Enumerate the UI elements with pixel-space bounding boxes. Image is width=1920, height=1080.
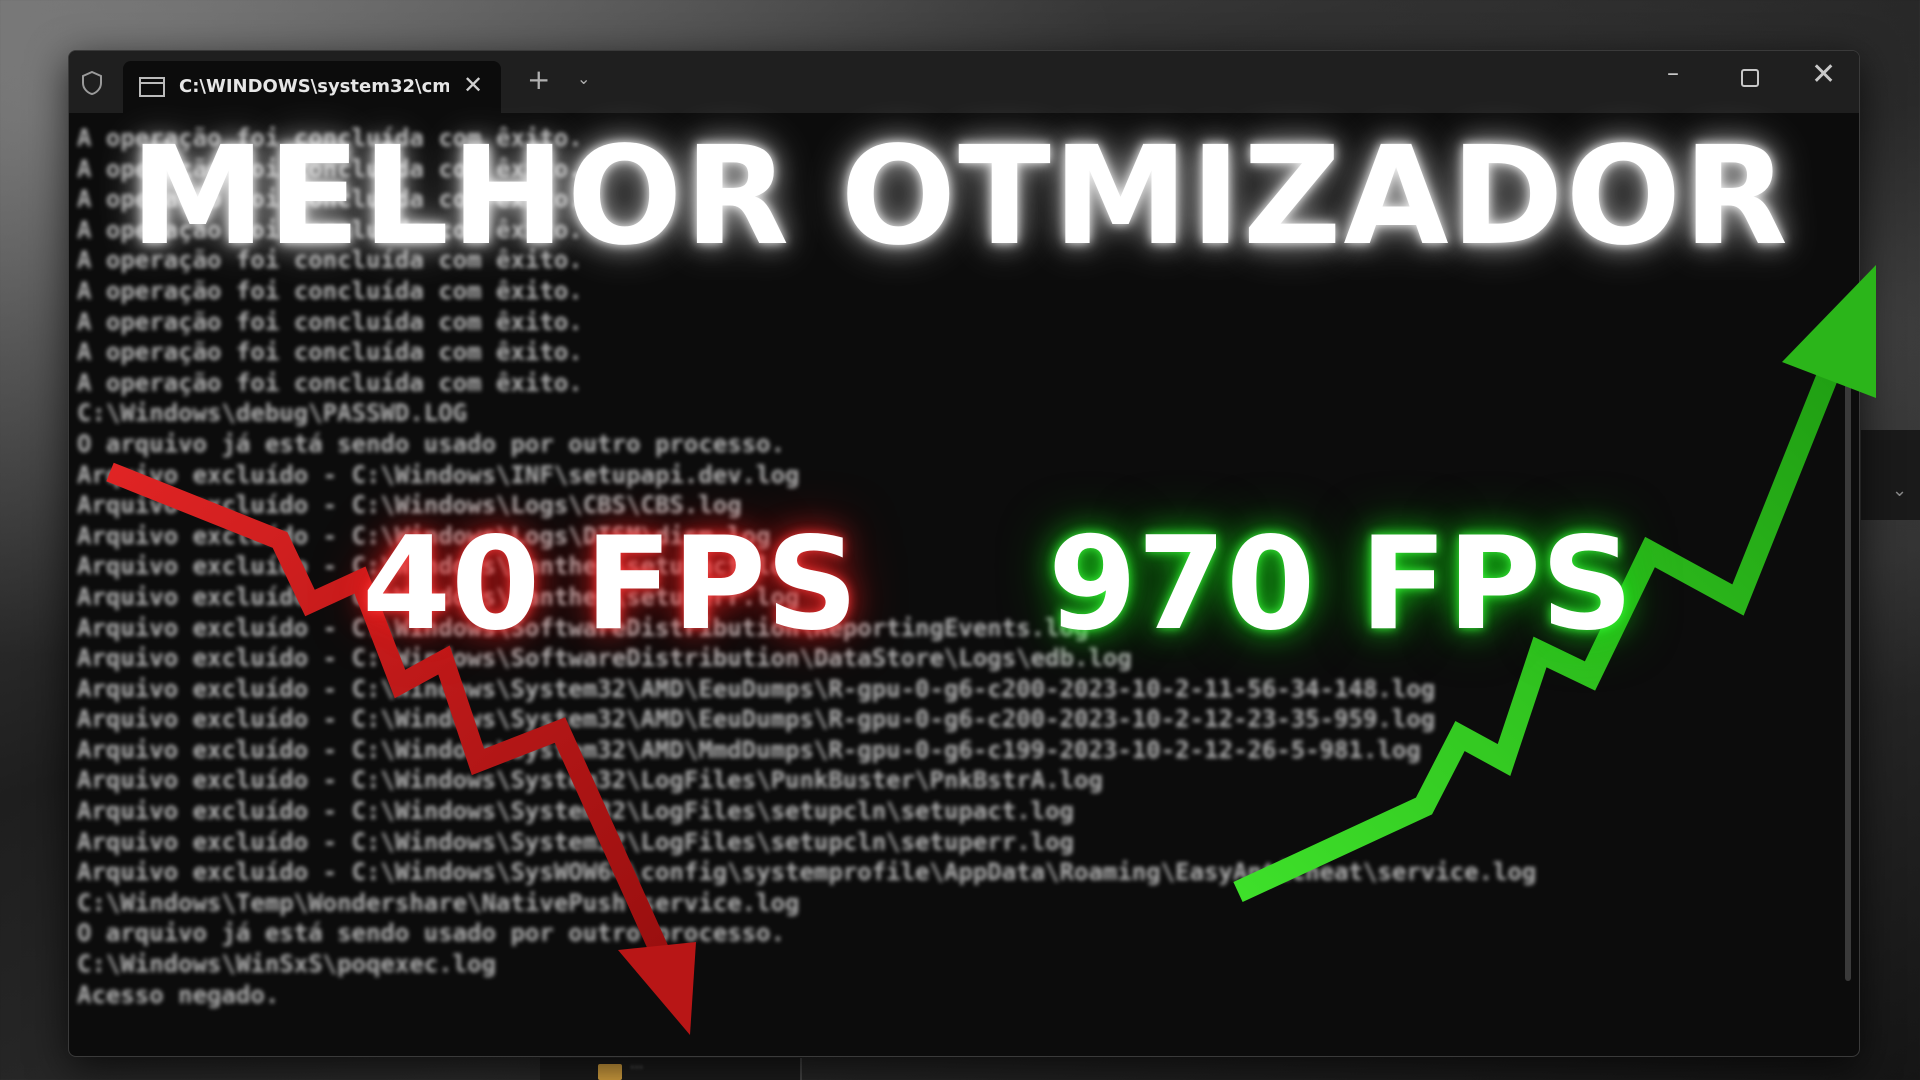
- fps-before-label: 40 FPS: [362, 510, 859, 659]
- fps-after-label: 970 FPS: [1048, 510, 1634, 659]
- thumbnail-overlay: MELHOR OTMIZADOR 40 FPS 970 FPS: [0, 0, 1920, 1080]
- headline-title: MELHOR OTMIZADOR: [130, 118, 1790, 276]
